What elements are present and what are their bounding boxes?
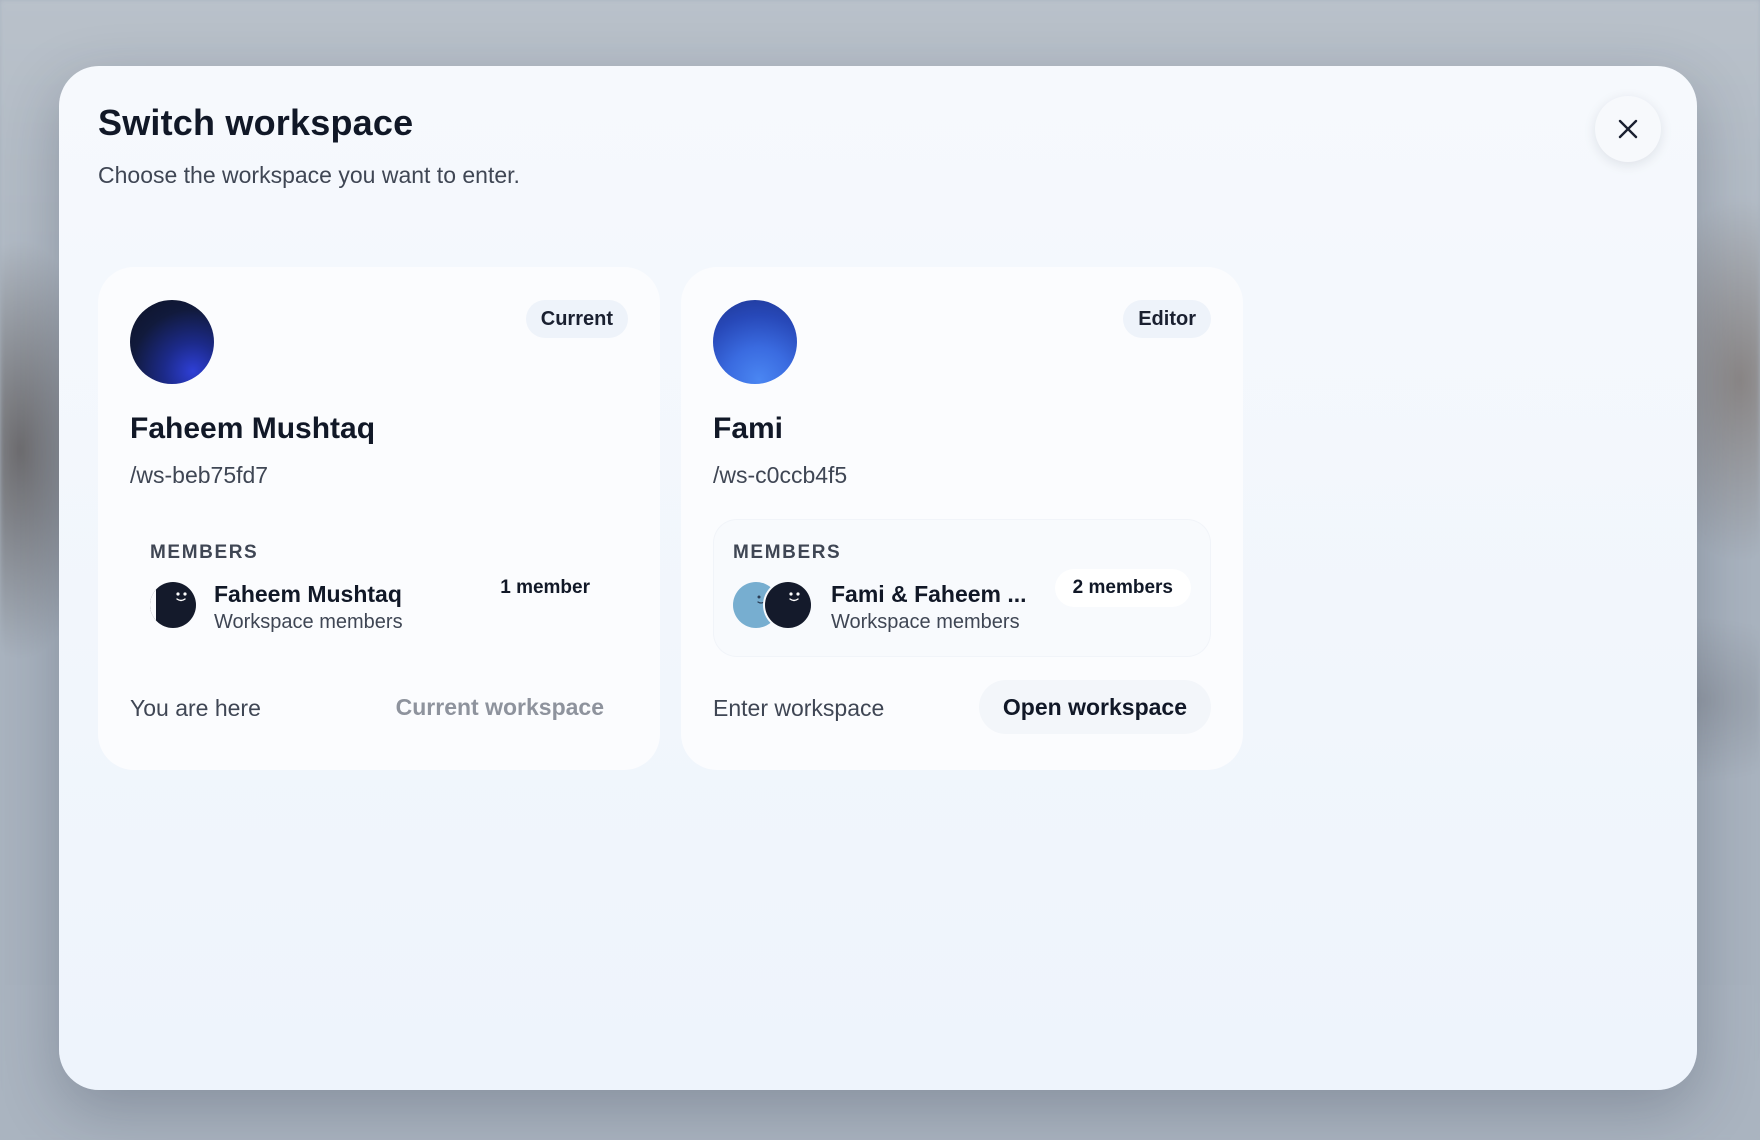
switch-workspace-dialog: Switch workspace Choose the workspace yo… [59, 66, 1697, 1090]
member-avatar [765, 582, 811, 628]
role-badge: Editor [1123, 300, 1211, 338]
members-name: Fami & Faheem ... [831, 581, 1027, 607]
dialog-title: Switch workspace [98, 102, 414, 143]
workspace-avatar [713, 300, 797, 384]
member-count-badge: 1 member [482, 569, 608, 607]
members-section: MEMBERS Fami & Faheem ... Workspace memb… [713, 519, 1211, 657]
workspace-status-text: You are here [130, 695, 261, 721]
workspace-avatar [130, 300, 214, 384]
current-workspace-button: Current workspace [371, 680, 628, 734]
members-section: MEMBERS Faheem Mushtaq Workspace members… [130, 519, 628, 657]
workspace-card-fami: Editor Fami /ws-c0ccb4f5 MEMBERS Fami & … [681, 267, 1243, 770]
workspace-card-faheem-mushtaq: Current Faheem Mushtaq /ws-beb75fd7 MEMB… [98, 267, 660, 770]
members-label: MEMBERS [150, 542, 259, 563]
face-icon [150, 582, 187, 628]
workspace-action-hint: Enter workspace [713, 695, 885, 721]
role-badge: Current [525, 300, 628, 338]
close-icon [1618, 119, 1638, 139]
members-label: MEMBERS [733, 542, 842, 563]
workspace-name: Fami [713, 412, 784, 445]
face-icon [789, 592, 800, 602]
members-subtitle: Workspace members [831, 611, 1020, 633]
member-count-badge: 2 members [1054, 569, 1191, 607]
members-name: Faheem Mushtaq [214, 581, 402, 607]
open-workspace-button[interactable]: Open workspace [978, 680, 1211, 734]
workspace-slug: /ws-c0ccb4f5 [713, 462, 848, 488]
workspace-slug: /ws-beb75fd7 [130, 462, 269, 488]
close-button[interactable] [1595, 96, 1661, 162]
member-avatar [150, 582, 196, 628]
members-subtitle: Workspace members [214, 611, 403, 633]
dialog-subtitle: Choose the workspace you want to enter. [98, 162, 520, 188]
workspace-name: Faheem Mushtaq [130, 412, 376, 445]
